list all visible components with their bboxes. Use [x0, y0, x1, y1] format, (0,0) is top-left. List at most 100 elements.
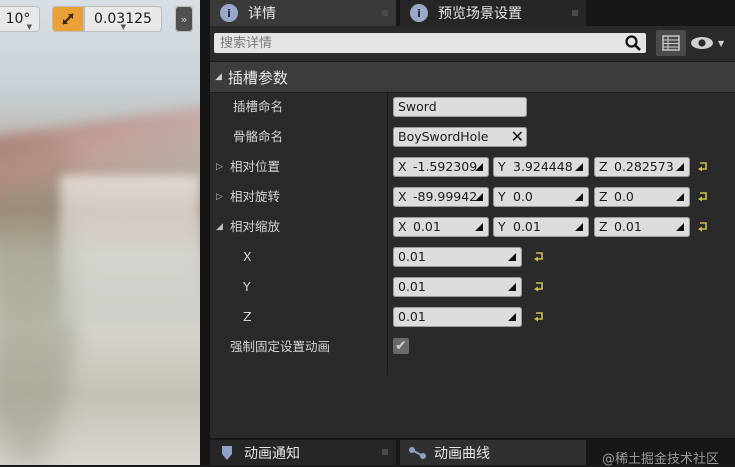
- eye-icon: [691, 37, 713, 49]
- drag-handle-icon[interactable]: [673, 160, 687, 174]
- scale-x-value: 0.01: [413, 219, 441, 234]
- reset-to-default-icon[interactable]: [533, 250, 545, 262]
- reset-to-default-icon[interactable]: [533, 310, 545, 322]
- tab-close-dot[interactable]: [382, 10, 388, 16]
- info-icon: i: [410, 4, 428, 22]
- scale-z-sub-field[interactable]: 0.01: [393, 307, 522, 327]
- viewport-toolbar: 10° ▼ 0.03125 ▼ »: [0, 0, 200, 38]
- bone-name-label: 骨骼命名: [233, 129, 284, 144]
- socket-name-label: 插槽命名: [233, 99, 284, 114]
- row-scale-y: Y 0.01: [210, 272, 735, 302]
- relative-rotation-label: 相对旋转: [230, 189, 281, 204]
- bone-name-field[interactable]: BoySwordHole ✕: [393, 127, 527, 147]
- toolbar-expand-button[interactable]: »: [175, 6, 193, 32]
- angle-snap-button[interactable]: 10° ▼: [0, 6, 40, 32]
- row-force-always-animated: 强制固定设置动画 ✔: [210, 332, 735, 362]
- tab-preview-scene-settings[interactable]: i 预览场景设置: [400, 0, 586, 26]
- rotation-y-field[interactable]: Y 0.0: [493, 187, 589, 207]
- clear-icon[interactable]: ✕: [511, 129, 524, 145]
- axis-x-letter: X: [398, 159, 407, 174]
- tab-close-dot[interactable]: [572, 10, 578, 16]
- reset-to-default-icon[interactable]: [697, 190, 709, 202]
- scale-y-sub-field[interactable]: 0.01: [393, 277, 522, 297]
- axis-x-letter: X: [398, 219, 407, 234]
- row-scale-x: X 0.01: [210, 242, 735, 272]
- collapse-triangle-icon: ◢: [215, 72, 222, 82]
- dropdown-arrow-icon: ▼: [120, 23, 126, 31]
- expand-triangle-icon[interactable]: ▷: [216, 152, 223, 182]
- tab-anim-notifies[interactable]: 动画通知: [210, 440, 396, 465]
- scale-x-field[interactable]: X 0.01: [393, 217, 489, 237]
- reset-to-default-icon[interactable]: [697, 220, 709, 232]
- axis-z-letter: Z: [599, 159, 608, 174]
- tab-close-dot[interactable]: [382, 449, 388, 455]
- bone-name-value: BoySwordHole: [398, 129, 489, 144]
- search-icon[interactable]: [624, 34, 642, 52]
- drag-handle-icon[interactable]: [572, 160, 586, 174]
- dropdown-arrow-icon: ▼: [718, 38, 725, 48]
- category-header[interactable]: ◢ 插槽参数: [210, 61, 735, 93]
- row-scale-z: Z 0.01: [210, 302, 735, 332]
- force-animated-checkbox[interactable]: ✔: [393, 338, 409, 354]
- row-bone-name: 骨骼命名 BoySwordHole ✕: [210, 122, 735, 152]
- row-relative-scale: ◢ 相对缩放 X 0.01 Y 0.01 Z 0.01: [210, 212, 735, 242]
- expand-triangle-icon[interactable]: ▷: [216, 182, 223, 212]
- collapse-triangle-icon[interactable]: ◢: [216, 212, 223, 242]
- location-y-field[interactable]: Y 3.924448: [493, 157, 589, 177]
- reset-to-default-icon[interactable]: [697, 160, 709, 172]
- relative-scale-label: 相对缩放: [230, 219, 281, 234]
- panel-splitter[interactable]: [200, 0, 210, 465]
- drag-handle-icon[interactable]: [472, 160, 486, 174]
- drag-handle-icon[interactable]: [505, 310, 519, 324]
- tab-details[interactable]: i 详情: [210, 0, 396, 26]
- reset-to-default-icon[interactable]: [533, 280, 545, 292]
- viewport[interactable]: 10° ▼ 0.03125 ▼ »: [0, 0, 200, 465]
- scale-x-sub-field[interactable]: 0.01: [393, 247, 522, 267]
- info-icon: i: [220, 4, 238, 22]
- scale-y-label: Y: [243, 279, 251, 294]
- drag-handle-icon[interactable]: [505, 250, 519, 264]
- tab-anim-notifies-label: 动画通知: [244, 445, 300, 462]
- location-z-field[interactable]: Z 0.282573: [594, 157, 690, 177]
- row-relative-rotation: ▷ 相对旋转 X -89.99942 Y 0.0 Z 0.0: [210, 182, 735, 212]
- axis-y-letter: Y: [498, 219, 506, 234]
- rotation-x-value: -89.99942: [413, 189, 478, 204]
- scale-z-field[interactable]: Z 0.01: [594, 217, 690, 237]
- tab-anim-curves[interactable]: 动画曲线: [400, 440, 586, 465]
- drag-handle-icon[interactable]: [572, 220, 586, 234]
- scale-icon: [62, 13, 74, 25]
- socket-name-value: Sword: [398, 99, 437, 114]
- view-options-button[interactable]: ▼: [690, 32, 732, 54]
- scale-z-label: Z: [243, 309, 252, 324]
- drag-handle-icon[interactable]: [673, 190, 687, 204]
- watermark: @稀土掘金技术社区: [601, 452, 719, 467]
- search-input[interactable]: [214, 33, 622, 53]
- property-rows: 插槽命名 Sword 骨骼命名 BoySwordHole ✕ ▷ 相对位置 X …: [210, 92, 735, 362]
- relative-location-label: 相对位置: [230, 159, 281, 174]
- socket-name-field[interactable]: Sword: [393, 97, 527, 117]
- location-x-field[interactable]: X -1.592309: [393, 157, 489, 177]
- tab-bar: i 详情 i 预览场景设置: [210, 0, 735, 26]
- property-matrix-button[interactable]: [656, 30, 686, 56]
- drag-handle-icon[interactable]: [472, 190, 486, 204]
- details-panel: i 详情 i 预览场景设置 ▼ ◢: [210, 0, 735, 467]
- category-title: 插槽参数: [227, 68, 288, 87]
- drag-handle-icon[interactable]: [572, 190, 586, 204]
- scale-snap-toggle[interactable]: [52, 6, 84, 32]
- bottom-tab-bar: 动画通知 动画曲线 @稀土掘金技术社区: [210, 438, 735, 467]
- scale-y-sub-value: 0.01: [398, 279, 426, 294]
- rotation-z-field[interactable]: Z 0.0: [594, 187, 690, 207]
- scale-y-field[interactable]: Y 0.01: [493, 217, 589, 237]
- drag-handle-icon[interactable]: [673, 220, 687, 234]
- row-socket-name: 插槽命名 Sword: [210, 92, 735, 122]
- row-relative-location: ▷ 相对位置 X -1.592309 Y 3.924448 Z 0.282573: [210, 152, 735, 182]
- drag-handle-icon[interactable]: [505, 280, 519, 294]
- scale-snap-value-button[interactable]: 0.03125 ▼: [84, 6, 162, 32]
- rotation-x-field[interactable]: X -89.99942: [393, 187, 489, 207]
- scale-y-value: 0.01: [513, 219, 541, 234]
- scale-z-sub-value: 0.01: [398, 309, 426, 324]
- tab-details-label: 详情: [248, 6, 276, 22]
- drag-handle-icon[interactable]: [472, 220, 486, 234]
- axis-y-letter: Y: [498, 159, 506, 174]
- checkmark-icon: ✔: [395, 338, 407, 354]
